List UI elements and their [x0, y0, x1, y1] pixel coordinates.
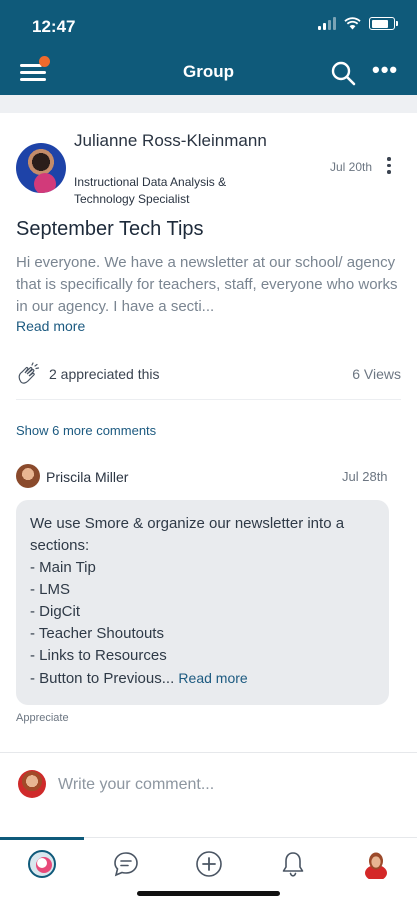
comment-bubble: We use Smore & organize our newsletter i… — [16, 500, 389, 705]
author-title: Instructional Data Analysis & Technology… — [74, 175, 227, 206]
post-title: September Tech Tips — [16, 218, 204, 240]
comment-line: - Main Tip — [30, 559, 96, 576]
status-icons — [318, 17, 398, 30]
search-icon[interactable] — [330, 60, 356, 86]
tab-home[interactable] — [26, 848, 58, 880]
bell-icon — [282, 852, 304, 877]
comment-input[interactable] — [58, 774, 398, 796]
tab-messages[interactable] — [110, 848, 142, 880]
comment-line: - Links to Resources — [30, 647, 167, 664]
comment-line: sections: — [30, 537, 90, 554]
commenter-avatar[interactable] — [16, 464, 40, 488]
comment-line: - LMS — [30, 581, 71, 598]
divider — [0, 752, 417, 753]
chat-icon — [114, 852, 138, 877]
status-time: 12:47 — [32, 17, 76, 36]
tab-create[interactable] — [193, 848, 225, 880]
clap-icon[interactable] — [16, 362, 42, 386]
profile-avatar — [365, 852, 387, 879]
active-tab-indicator — [0, 837, 84, 840]
read-more-link[interactable]: Read more — [16, 318, 85, 334]
divider — [16, 399, 401, 400]
comment-line: We use Smore & organize our newsletter i… — [30, 515, 345, 532]
more-horizontal-icon[interactable]: ••• — [372, 59, 397, 81]
top-bar: 12:47 Group ••• — [0, 0, 417, 95]
appreciation-row: 2 appreciated this 6 Views — [16, 362, 401, 386]
show-more-comments-link[interactable]: Show 6 more comments — [16, 423, 156, 438]
appreciated-count[interactable]: 2 appreciated this — [49, 366, 160, 382]
cellular-signal-icon — [318, 17, 336, 30]
view-count: 6 Views — [352, 366, 401, 382]
comment-line: - DigCit — [30, 603, 81, 620]
home-indicator — [137, 891, 280, 896]
author-avatar[interactable] — [16, 143, 66, 193]
comment-author[interactable]: Priscila Miller — [46, 469, 128, 485]
battery-icon — [369, 17, 398, 30]
comment-line: - Teacher Shoutouts — [30, 625, 164, 642]
plus-circle-icon — [196, 851, 222, 877]
tab-notifications[interactable] — [277, 848, 309, 880]
wifi-icon — [344, 17, 361, 30]
appreciate-comment-button[interactable]: Appreciate — [16, 712, 69, 724]
tab-profile[interactable] — [360, 848, 392, 880]
comment-read-more-link[interactable]: Read more — [178, 670, 247, 686]
comment-date: Jul 28th — [342, 469, 388, 484]
post-options-icon[interactable] — [384, 157, 394, 177]
post-date: Jul 20th — [330, 160, 373, 174]
current-user-avatar — [18, 770, 46, 798]
section-separator — [0, 95, 417, 113]
post-body: Hi everyone. We have a newsletter at our… — [16, 254, 398, 315]
home-icon — [28, 850, 56, 878]
author-name[interactable]: Julianne Ross-Kleinmann — [74, 129, 274, 152]
comment-last-line: - Button to Previous... Read more — [30, 667, 375, 690]
comment-line-text: - Button to Previous... — [30, 670, 175, 687]
